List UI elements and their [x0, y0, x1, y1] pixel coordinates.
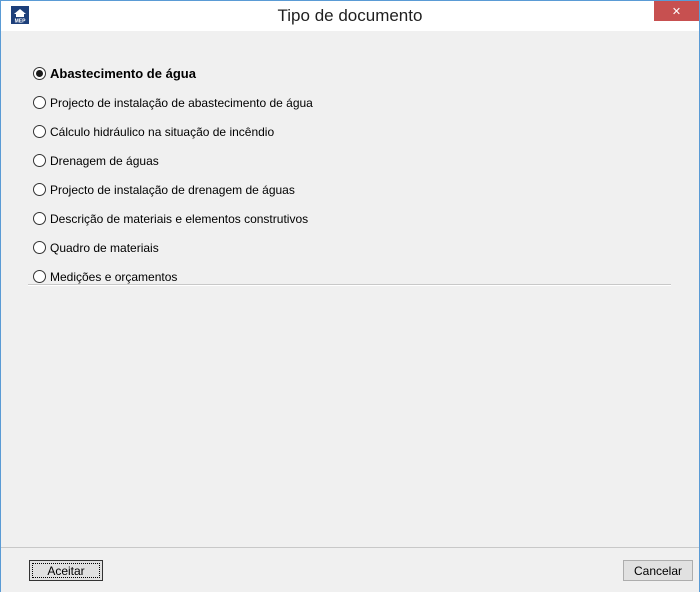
document-type-option[interactable]: Drenagem de águas	[31, 146, 671, 175]
close-icon: ✕	[671, 5, 682, 18]
close-button[interactable]: ✕	[654, 1, 699, 21]
option-label: Abastecimento de água	[50, 66, 196, 81]
option-label: Projecto de instalação de drenagem de ág…	[50, 182, 295, 197]
accept-button-label: Aceitar	[47, 563, 85, 578]
option-label: Descrição de materiais e elementos const…	[50, 211, 309, 226]
document-type-option[interactable]: Cálculo hidráulico na situação de incênd…	[31, 117, 671, 146]
option-label: Medições e orçamentos	[50, 269, 178, 284]
option-label: Drenagem de águas	[50, 153, 159, 168]
document-type-option[interactable]: Quadro de materiais	[31, 233, 671, 262]
radio-checked-icon[interactable]	[33, 67, 46, 80]
option-label: Cálculo hidráulico na situação de incênd…	[50, 124, 275, 139]
radio-unchecked-icon[interactable]	[33, 154, 46, 167]
radio-unchecked-icon[interactable]	[33, 241, 46, 254]
dialog-content: Abastecimento de água Projecto de instala…	[1, 31, 699, 547]
title-bar: MEP Tipo de documento ✕	[1, 1, 699, 31]
radio-unchecked-icon[interactable]	[33, 270, 46, 283]
cancel-button[interactable]: Cancelar	[623, 560, 693, 581]
document-type-list: Abastecimento de água Projecto de instala…	[31, 59, 671, 291]
radio-unchecked-icon[interactable]	[33, 96, 46, 109]
option-label: Projecto de instalação de abastecimento …	[50, 95, 313, 110]
cancel-button-label: Cancelar	[633, 563, 683, 578]
radio-unchecked-icon[interactable]	[33, 212, 46, 225]
document-type-option[interactable]: Projecto de instalação de abastecimento …	[31, 88, 671, 117]
radio-unchecked-icon[interactable]	[33, 183, 46, 196]
separator	[28, 284, 671, 286]
option-label: Quadro de materiais	[50, 240, 159, 255]
document-type-option[interactable]: Descrição de materiais e elementos const…	[31, 204, 671, 233]
document-type-option[interactable]: Projecto de instalação de drenagem de ág…	[31, 175, 671, 204]
dialog-window: MEP Tipo de documento ✕ Abastecimento de…	[0, 0, 700, 592]
dialog-title: Tipo de documento	[277, 6, 423, 25]
document-type-option[interactable]: Abastecimento de água	[31, 59, 671, 88]
document-type-option[interactable]: Medições e orçamentos	[31, 262, 671, 291]
dialog-footer: Aceitar Cancelar	[1, 547, 699, 592]
accept-button[interactable]: Aceitar	[29, 560, 103, 581]
radio-unchecked-icon[interactable]	[33, 125, 46, 138]
